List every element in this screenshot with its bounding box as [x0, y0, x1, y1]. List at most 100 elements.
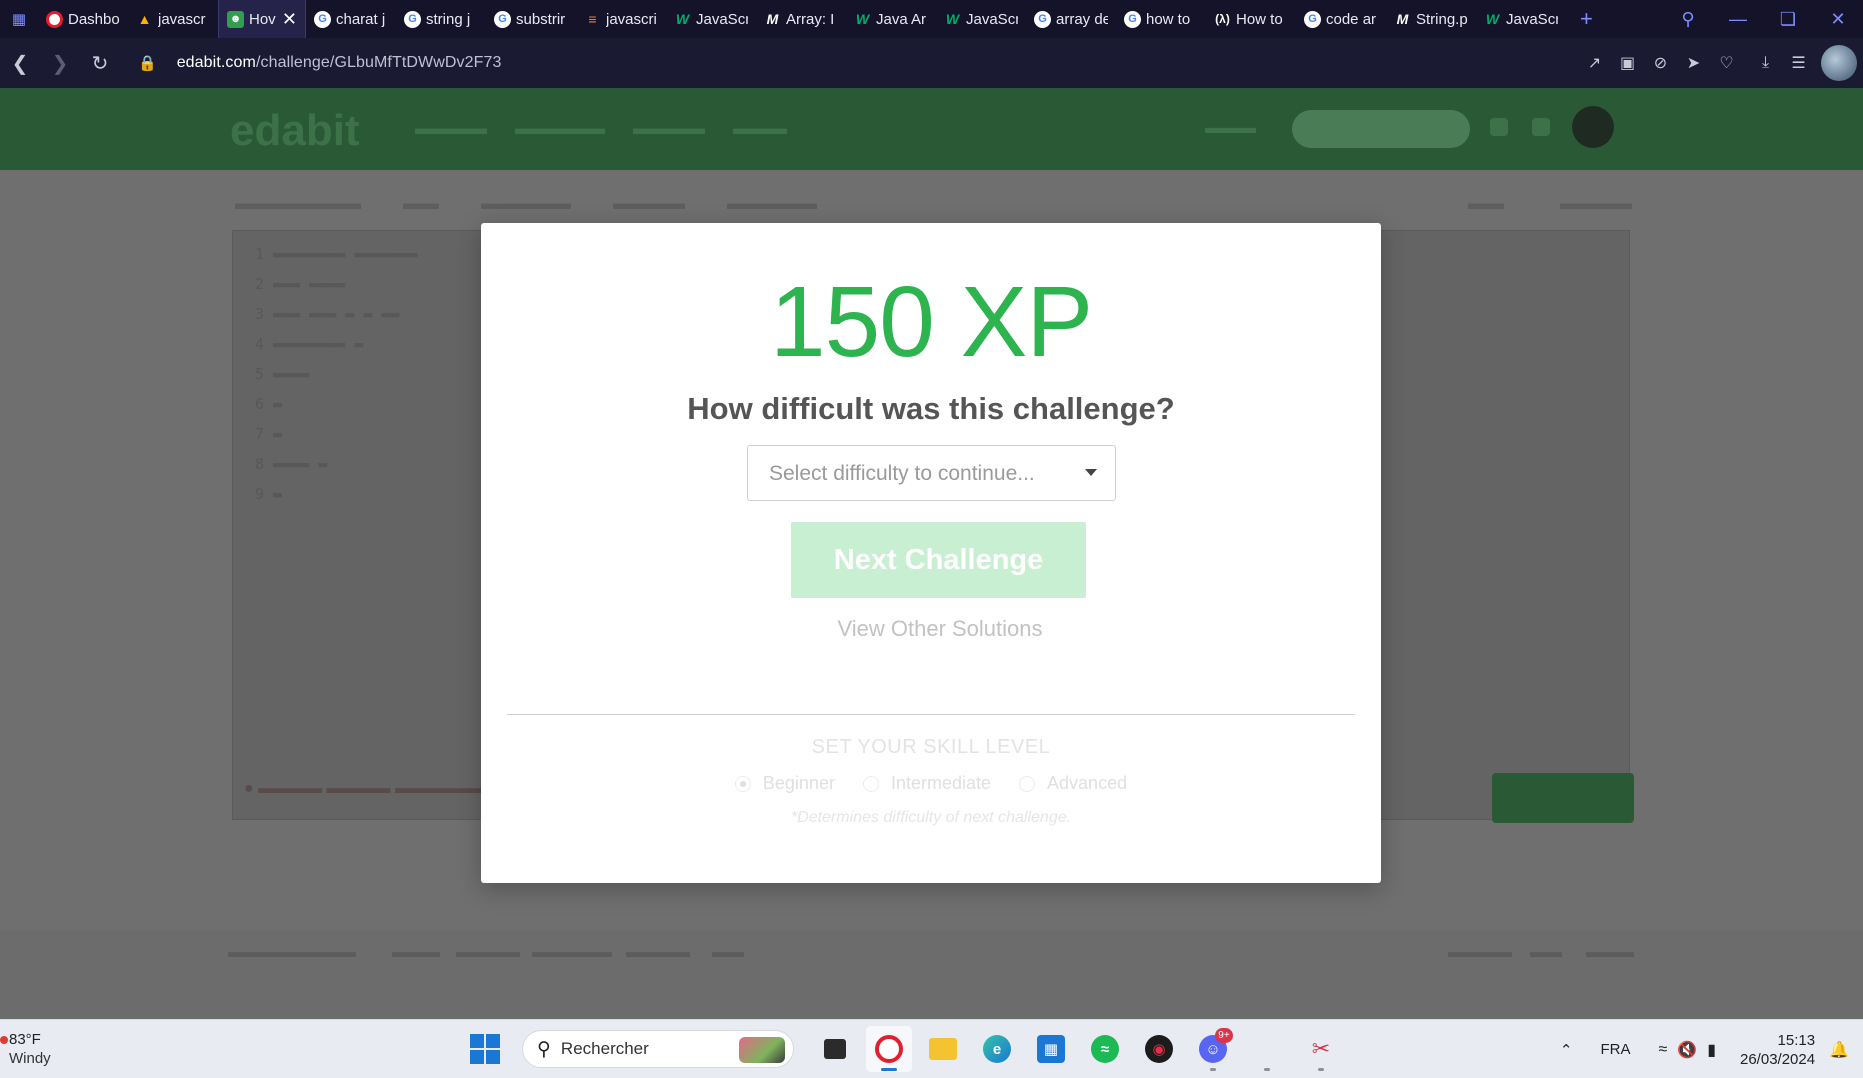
radio-icon[interactable] — [734, 775, 751, 792]
discord-badge: 9+ — [1215, 1028, 1233, 1043]
w3schools-icon: W — [675, 11, 690, 27]
url-host: edabit.com — [176, 54, 256, 71]
edge-icon[interactable]: e — [974, 1026, 1020, 1072]
volume-muted-icon[interactable]: 🔇 — [1677, 1040, 1697, 1060]
minimize-icon[interactable]: — — [1713, 9, 1763, 30]
microsoft-store-icon[interactable]: ▦ — [1028, 1026, 1074, 1072]
opera-gx-icon[interactable]: ◉ — [1136, 1026, 1182, 1072]
site-search — [1292, 110, 1470, 148]
browser-tab[interactable]: Gstring j — [396, 0, 486, 38]
download-icon[interactable]: ⤓ — [1749, 54, 1782, 72]
browser-tab[interactable]: (λ) How to — [1206, 0, 1296, 38]
skill-option-intermediate[interactable]: Intermediate — [862, 773, 992, 794]
new-tab-icon[interactable]: + — [1580, 6, 1593, 32]
forward-icon[interactable]: ❯ — [40, 51, 80, 76]
w3schools-icon: W — [945, 11, 960, 27]
browser-tab[interactable]: M String.p — [1386, 0, 1476, 38]
task-view-icon[interactable] — [812, 1026, 858, 1072]
stackoverflow-icon: ≡ — [588, 11, 597, 27]
google-icon: G — [1124, 10, 1141, 28]
close-window-icon[interactable]: ✕ — [1813, 9, 1863, 30]
browser-tab[interactable]: Garray de — [1026, 0, 1116, 38]
google-icon: G — [1304, 10, 1321, 28]
footer-link: ▬▬▬▬ — [1448, 944, 1512, 961]
weather-temp: 83°F — [9, 1031, 41, 1048]
browser-tab[interactable]: Gcharat j — [306, 0, 396, 38]
test-result-note: ● ▬▬▬▬ ▬▬▬▬ ▬▬▬▬▬▬▬ — [244, 780, 507, 797]
restore-icon[interactable]: ❏ — [1763, 9, 1813, 30]
edabit-icon: ☻ — [227, 10, 244, 28]
skill-option-label: Intermediate — [890, 773, 992, 793]
adblock-icon[interactable]: ⊘ — [1644, 53, 1677, 73]
windows-taskbar: 83°F Windy ⚲ Rechercher e ▦ ≈ ◉ ☺ 9+ ✂ ⌃ … — [0, 1019, 1863, 1078]
tab-title: Java Ar — [876, 10, 927, 28]
menu-item: ▬▬▬▬ — [633, 118, 705, 138]
tab-title: how to — [1146, 10, 1191, 28]
discord-icon[interactable]: ☺ 9+ — [1190, 1026, 1236, 1072]
start-icon[interactable] — [470, 1034, 500, 1064]
clock-date: 26/03/2024 — [1740, 1050, 1816, 1068]
code-line: 5 ▬▬▬▬ — [255, 365, 310, 383]
spotify-icon[interactable]: ≈ — [1082, 1026, 1128, 1072]
reload-icon[interactable]: ↻ — [80, 51, 120, 76]
hidden-app-icon[interactable] — [1244, 1026, 1290, 1072]
code-line: 3 ▬▬▬ ▬▬▬ ▬ ▬ ▬▬ — [255, 305, 400, 323]
mdn-icon: M — [766, 11, 779, 27]
skill-option-advanced[interactable]: Advanced — [1019, 773, 1127, 794]
back-icon[interactable]: ❮ — [0, 51, 40, 76]
difficulty-select[interactable]: Select difficulty to continue... — [747, 445, 1116, 501]
browser-tab[interactable]: Ghow to — [1116, 0, 1206, 38]
browser-tab[interactable]: W JavaScr — [666, 0, 756, 38]
opera-taskbar-icon[interactable] — [866, 1026, 912, 1072]
browser-tab[interactable]: Gcode ar — [1296, 0, 1386, 38]
tab-title: Array: I — [786, 10, 835, 28]
site-logo: edabit — [230, 106, 360, 155]
radio-icon[interactable] — [1019, 775, 1036, 792]
browser-tab[interactable]: W Java Ar — [846, 0, 936, 38]
browser-tab[interactable]: ≡ javascri — [576, 0, 666, 38]
code-line: 8 ▬▬▬▬ ▬ — [255, 455, 328, 473]
code-line: 7 ▬ — [255, 425, 283, 443]
lock-icon[interactable]: 🔒 — [138, 54, 157, 72]
wifi-icon[interactable]: ≈ — [1658, 1041, 1667, 1059]
send-icon[interactable]: ➤ — [1677, 53, 1710, 73]
next-challenge-button[interactable]: Next Challenge — [791, 522, 1086, 598]
tab-title: How to — [1236, 10, 1283, 28]
browser-tab[interactable]: ☻ Hov ✕ — [218, 0, 306, 38]
browser-tab[interactable]: M Array: I — [756, 0, 846, 38]
view-other-solutions-link[interactable]: View Other Solutions — [481, 616, 1381, 642]
challenge-tab: ▬▬▬▬▬ — [727, 193, 817, 213]
snapshot-icon[interactable]: ▣ — [1611, 53, 1644, 73]
url-field[interactable]: edabit.com/challenge/GLbuMfTtDWwDv2F73 — [177, 54, 502, 72]
easy-setup-icon[interactable]: ☰ — [1782, 53, 1815, 73]
heart-icon[interactable]: ♡ — [1710, 53, 1743, 73]
chevron-up-icon[interactable]: ⌃ — [1560, 1041, 1573, 1059]
skill-option-beginner[interactable]: Beginner — [734, 773, 835, 794]
browser-tab[interactable]: Gsubstrir — [486, 0, 576, 38]
clock[interactable]: 15:13 26/03/2024 — [1740, 1031, 1815, 1069]
radio-icon[interactable] — [862, 775, 879, 792]
file-explorer-icon[interactable] — [920, 1026, 966, 1072]
skill-level-options: Beginner Intermediate Advanced — [481, 773, 1381, 794]
input-language[interactable]: FRA — [1600, 1041, 1630, 1058]
difficulty-question: How difficult was this challenge? — [687, 391, 1175, 426]
footer-link: ▬▬▬ — [392, 944, 440, 961]
browser-tab[interactable]: W JavaScr — [936, 0, 1026, 38]
weather-widget[interactable]: 83°F Windy — [0, 1030, 51, 1068]
notification-bell-icon[interactable]: 🔔 — [1829, 1040, 1849, 1060]
site-menu: ▬▬▬▬ ▬▬▬▬▬ ▬▬▬▬ ▬▬▬ — [415, 118, 787, 139]
browser-tab[interactable]: Dashbo — [38, 0, 128, 38]
browser-tab-strip: ▦ Dashbo ▲ javascr ☻ Hov ✕ Gcharat j Gstring jG… — [0, 0, 1863, 38]
snipping-tool-icon[interactable]: ✂ — [1298, 1026, 1344, 1072]
close-tab-icon[interactable]: ✕ — [282, 9, 297, 30]
search-tabs-icon[interactable]: ⚲ — [1663, 9, 1713, 30]
header-link: ▬▬▬ — [1205, 118, 1256, 137]
profile-avatar[interactable] — [1821, 45, 1857, 81]
browser-tab[interactable]: W JavaScr — [1476, 0, 1566, 38]
share-icon[interactable]: ↗ — [1578, 53, 1611, 73]
battery-icon[interactable]: ▮ — [1707, 1040, 1716, 1060]
browser-tab[interactable]: ▲ javascr — [128, 0, 218, 38]
taskbar-search[interactable]: ⚲ Rechercher — [522, 1030, 794, 1068]
tab-title: Hov — [249, 10, 276, 28]
workspaces-icon[interactable]: ▦ — [0, 0, 38, 38]
